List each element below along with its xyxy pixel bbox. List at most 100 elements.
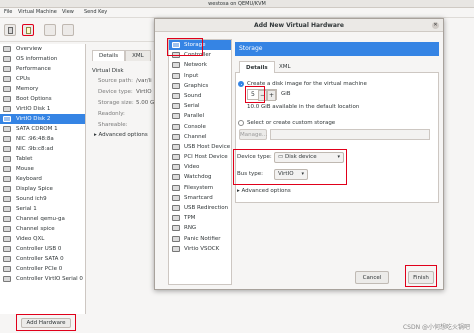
hw-item-console[interactable]: Console	[169, 122, 231, 132]
tab-details[interactable]: Details	[239, 61, 275, 73]
storage-path-input[interactable]	[270, 129, 430, 140]
add-hardware-dialog: Add New Virtual Hardware ✕ Storage Contr…	[154, 18, 444, 290]
manage-button[interactable]: Manage...	[239, 129, 267, 140]
hw-item-smartcard[interactable]: Smartcard	[169, 193, 231, 203]
sidebar-item-display-spice[interactable]: Display Spice	[0, 184, 85, 194]
custom-storage-radio[interactable]	[238, 120, 244, 126]
hw-item-usb-host-device[interactable]: USB Host Device	[169, 142, 231, 152]
smartcard-icon	[172, 194, 180, 201]
bus-type-select[interactable]: VirtIO ▾	[274, 169, 308, 180]
hw-item-virtio-vsock[interactable]: Virtio VSOCK	[169, 244, 231, 254]
sidebar-item-os-information[interactable]: OS information	[0, 54, 85, 64]
sidebar-item-boot-options[interactable]: Boot Options	[0, 94, 85, 104]
memory-icon	[3, 86, 11, 92]
tab-xml[interactable]: XML	[125, 50, 151, 61]
hw-item-label: Network	[184, 62, 207, 69]
increment-button[interactable]: +	[267, 90, 276, 101]
sidebar-item-tablet[interactable]: Tablet	[0, 154, 85, 164]
disk-size-stepper[interactable]: 5 − +	[247, 89, 277, 101]
hw-item-label: Filesystem	[184, 184, 214, 191]
sidebar-item-channel-spice[interactable]: Channel spice	[0, 224, 85, 234]
hw-item-sound[interactable]: Sound	[169, 91, 231, 101]
monitor-icon	[8, 27, 13, 34]
cancel-button[interactable]: Cancel	[355, 271, 389, 284]
sidebar-item-cpus[interactable]: CPUs	[0, 74, 85, 84]
sidebar-item-label: Tablet	[16, 156, 33, 162]
hw-item-usb-redirection[interactable]: USB Redirection	[169, 203, 231, 213]
serial-icon	[3, 206, 11, 212]
sidebar-item-performance[interactable]: Performance	[0, 64, 85, 74]
hw-item-serial[interactable]: Serial	[169, 101, 231, 111]
hw-item-rng[interactable]: RNG	[169, 223, 231, 233]
hardware-details-button[interactable]	[22, 24, 34, 36]
decrement-button[interactable]: −	[258, 90, 267, 101]
disk-size-value[interactable]: 5	[251, 91, 255, 98]
sidebar-item-label: SATA CDROM 1	[16, 126, 58, 132]
create-disk-radio[interactable]	[238, 81, 244, 87]
pane-header: Storage	[235, 42, 439, 56]
run-button[interactable]	[44, 24, 56, 36]
sidebar-item-label: VirtIO Disk 1	[16, 106, 51, 112]
device-type-select[interactable]: ▭ Disk device ▾	[274, 152, 344, 163]
sidebar-item-channel-qemu-ga[interactable]: Channel qemu-ga	[0, 214, 85, 224]
hw-item-label: Sound	[184, 92, 202, 99]
sidebar-item-label: Memory	[16, 86, 39, 92]
sidebar-item-label: Controller SATA 0	[16, 256, 64, 262]
advanced-options-expander[interactable]: ▸ Advanced options	[237, 188, 291, 194]
tab-details[interactable]: Details	[92, 50, 126, 61]
sidebar-item-controller-sata[interactable]: Controller SATA 0	[0, 254, 85, 264]
sidebar-item-sata-cdrom-1[interactable]: SATA CDROM 1	[0, 124, 85, 134]
sidebar-item-video-qxl[interactable]: Video QXL	[0, 234, 85, 244]
hw-item-controller[interactable]: Controller	[169, 50, 231, 60]
sidebar-item-mouse[interactable]: Mouse	[0, 164, 85, 174]
hw-item-watchdog[interactable]: Watchdog	[169, 172, 231, 182]
console-view-button[interactable]	[4, 24, 16, 36]
hw-item-graphics[interactable]: Graphics	[169, 81, 231, 91]
menu-virtual-machine[interactable]: Virtual Machine	[18, 9, 57, 15]
hw-item-pci-host-device[interactable]: PCI Host Device	[169, 152, 231, 162]
sidebar-item-controller-pcie[interactable]: Controller PCIe 0	[0, 264, 85, 274]
tab-xml[interactable]: XML	[273, 61, 297, 73]
boot-icon	[3, 96, 11, 102]
sidebar-item-virtio-disk-1[interactable]: VirtIO Disk 1	[0, 104, 85, 114]
pci-icon	[172, 154, 180, 161]
chevron-down-icon: ▾	[337, 154, 340, 160]
finish-button[interactable]: Finish	[408, 271, 434, 284]
hw-item-network[interactable]: Network	[169, 60, 231, 70]
watermark: CSDN @小何想吃火锅吧	[402, 324, 470, 331]
sidebar-item-sound[interactable]: Sound ich9	[0, 194, 85, 204]
menu-file[interactable]: File	[4, 9, 12, 15]
sidebar-item-overview[interactable]: Overview	[0, 44, 85, 54]
sidebar-item-keyboard[interactable]: Keyboard	[0, 174, 85, 184]
sidebar-item-controller-virtio-serial[interactable]: Controller VirtIO Serial 0	[0, 274, 85, 284]
hw-item-filesystem[interactable]: Filesystem	[169, 183, 231, 193]
sidebar-item-nic-1[interactable]: NIC :96:48:8a	[0, 134, 85, 144]
hw-item-label: Graphics	[184, 82, 209, 89]
hw-item-input[interactable]: Input	[169, 71, 231, 81]
hw-item-video[interactable]: Video	[169, 162, 231, 172]
sidebar-item-memory[interactable]: Memory	[0, 84, 85, 94]
tpm-icon	[172, 215, 180, 222]
cpu-icon	[3, 76, 11, 82]
close-icon[interactable]: ✕	[432, 22, 439, 29]
hw-item-panic-notifier[interactable]: Panic Notifier	[169, 234, 231, 244]
advanced-options-expander[interactable]: ▸ Advanced options	[94, 132, 148, 138]
menu-view[interactable]: View	[62, 9, 74, 15]
hw-item-label: PCI Host Device	[184, 154, 228, 161]
menu-send-key[interactable]: Send Key	[84, 9, 107, 15]
hw-item-channel[interactable]: Channel	[169, 132, 231, 142]
sidebar-item-serial-1[interactable]: Serial 1	[0, 204, 85, 214]
sidebar-item-nic-2[interactable]: NIC :9b:c8:ad	[0, 144, 85, 154]
pause-button[interactable]	[62, 24, 74, 36]
hw-item-storage[interactable]: Storage	[169, 40, 231, 51]
hw-item-parallel[interactable]: Parallel	[169, 111, 231, 121]
field-label: Readonly:	[98, 111, 125, 117]
sidebar-item-virtio-disk-2[interactable]: VirtIO Disk 2	[0, 114, 85, 124]
add-hardware-button[interactable]: Add Hardware	[21, 318, 71, 328]
input-icon	[172, 72, 180, 79]
sidebar-item-label: VirtIO Disk 2	[16, 116, 51, 122]
sidebar-item-controller-usb[interactable]: Controller USB 0	[0, 244, 85, 254]
hw-item-tpm[interactable]: TPM	[169, 213, 231, 223]
field-label: Storage size:	[98, 100, 134, 106]
controller-icon	[3, 246, 11, 252]
